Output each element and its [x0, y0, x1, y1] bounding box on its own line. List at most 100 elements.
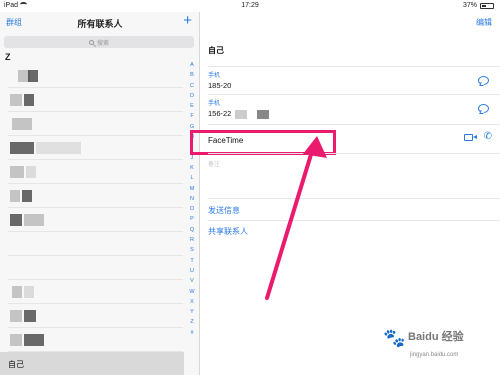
contact-row-selected[interactable]: 自己 [0, 352, 184, 375]
index-letter[interactable]: L [186, 173, 198, 183]
contact-name: 自己 [208, 46, 224, 55]
blurred-name [24, 214, 44, 226]
phone-icon[interactable]: ✆ [484, 131, 492, 142]
selected-contact-name: 自己 [8, 360, 24, 369]
blurred-name [10, 142, 34, 154]
notes-field[interactable]: 备注 [208, 159, 220, 168]
index-letter[interactable]: D [186, 91, 198, 101]
message-icon[interactable] [478, 76, 489, 85]
contact-rows [0, 64, 183, 352]
video-icon[interactable] [464, 134, 477, 141]
contact-row[interactable] [8, 136, 183, 160]
blurred-name [10, 334, 22, 346]
contact-row[interactable] [8, 304, 183, 328]
blurred-name [24, 334, 44, 346]
contact-row[interactable] [8, 280, 183, 304]
index-letter[interactable]: S [186, 245, 198, 255]
blurred-name [10, 214, 22, 226]
phone-field[interactable]: 手机 156-22 [208, 98, 493, 119]
contacts-list-pane: 群组 所有联系人 + 搜索 Z ABCDEFGHIJKLMNOPQRSTUVWX… [0, 12, 200, 375]
index-letter[interactable]: B [186, 70, 198, 80]
battery-icon [480, 2, 494, 9]
contact-row[interactable] [8, 112, 183, 136]
section-header: Z [5, 52, 11, 62]
phone-number: 185-20 [208, 81, 232, 90]
clock: 17:29 [241, 2, 259, 9]
battery-status: 37% [463, 2, 494, 9]
watermark: 🐾 Baidu 经验 jingyan.baidu.com [380, 322, 495, 370]
blurred-name [24, 286, 34, 298]
search-placeholder: 搜索 [96, 40, 109, 47]
index-letter[interactable]: K [186, 163, 198, 173]
blurred-name [36, 142, 81, 154]
phone-label: 手机 [208, 101, 221, 107]
phone-value: 156-22 [208, 109, 493, 119]
index-letter[interactable]: R [186, 235, 198, 245]
paw-logo-icon: 🐾 [383, 328, 406, 348]
facetime-label[interactable]: FaceTime [208, 136, 243, 145]
list-title: 所有联系人 [77, 19, 123, 29]
watermark-brand: Baidu 经验 [408, 331, 464, 343]
add-contact-button[interactable]: + [183, 12, 192, 29]
blurred-name [28, 70, 38, 82]
contact-row[interactable] [8, 328, 183, 352]
blurred-name [10, 94, 22, 106]
divider [208, 94, 500, 95]
send-message-link[interactable]: 发送信息 [208, 205, 240, 216]
phone-value: 185-20 [208, 81, 493, 90]
contact-detail-pane: 编辑 自己 手机 185-20 手机 156-22 FaceTime ✆ 备注 … [190, 12, 500, 375]
contact-row[interactable] [8, 160, 183, 184]
divider [208, 153, 500, 154]
index-letter[interactable]: # [186, 328, 198, 338]
contact-row[interactable] [8, 256, 183, 280]
blurred-name [22, 190, 32, 202]
blurred-name [24, 94, 34, 106]
index-letter[interactable]: Y [186, 307, 198, 317]
blurred-name [26, 166, 36, 178]
index-letter[interactable]: U [186, 266, 198, 276]
blurred-name [12, 118, 32, 130]
blurred-name [10, 190, 20, 202]
index-letter[interactable]: A [186, 60, 198, 70]
contact-row[interactable] [8, 208, 183, 232]
status-bar: iPad 17:29 37% [0, 0, 500, 12]
search-field[interactable]: 搜索 [4, 36, 194, 48]
index-letter[interactable]: O [186, 204, 198, 214]
index-letter[interactable]: C [186, 81, 198, 91]
index-letter[interactable]: X [186, 297, 198, 307]
list-header: 群组 所有联系人 + [0, 12, 200, 34]
index-letter[interactable]: N [186, 194, 198, 204]
contact-row[interactable] [8, 88, 183, 112]
index-letter[interactable]: W [186, 287, 198, 297]
watermark-url: jingyan.baidu.com [410, 352, 459, 358]
phone-field[interactable]: 手机 185-20 [208, 70, 493, 90]
divider [208, 198, 500, 199]
contact-row[interactable] [8, 184, 183, 208]
annotation-arrow [265, 136, 327, 300]
phone-number: 156-22 [208, 109, 232, 118]
divider [208, 220, 500, 221]
index-letter[interactable]: T [186, 256, 198, 266]
blurred-name [12, 286, 22, 298]
index-letter[interactable]: V [186, 276, 198, 286]
message-icon[interactable] [478, 104, 489, 113]
blurred-name [24, 310, 36, 322]
edit-button[interactable]: 编辑 [476, 17, 492, 28]
alphabet-index[interactable]: A B C D E F G H I J K L M N O P Q R S T U V W X Y Z # [186, 60, 198, 338]
contact-row[interactable] [8, 232, 183, 256]
battery-percent: 37% [462, 2, 477, 9]
index-letter[interactable]: E [186, 101, 198, 111]
contact-row[interactable] [8, 64, 183, 88]
index-letter[interactable]: P [186, 214, 198, 224]
blurred-name [10, 310, 22, 322]
share-contact-link[interactable]: 共享联系人 [208, 226, 248, 237]
blurred-name [10, 166, 24, 178]
index-letter[interactable]: M [186, 184, 198, 194]
index-letter[interactable]: Z [186, 317, 198, 327]
search-icon [88, 39, 94, 45]
index-letter[interactable]: F [186, 111, 198, 121]
phone-label: 手机 [208, 73, 221, 79]
divider [208, 124, 500, 125]
redacted-digits [235, 109, 248, 119]
index-letter[interactable]: Q [186, 225, 198, 235]
